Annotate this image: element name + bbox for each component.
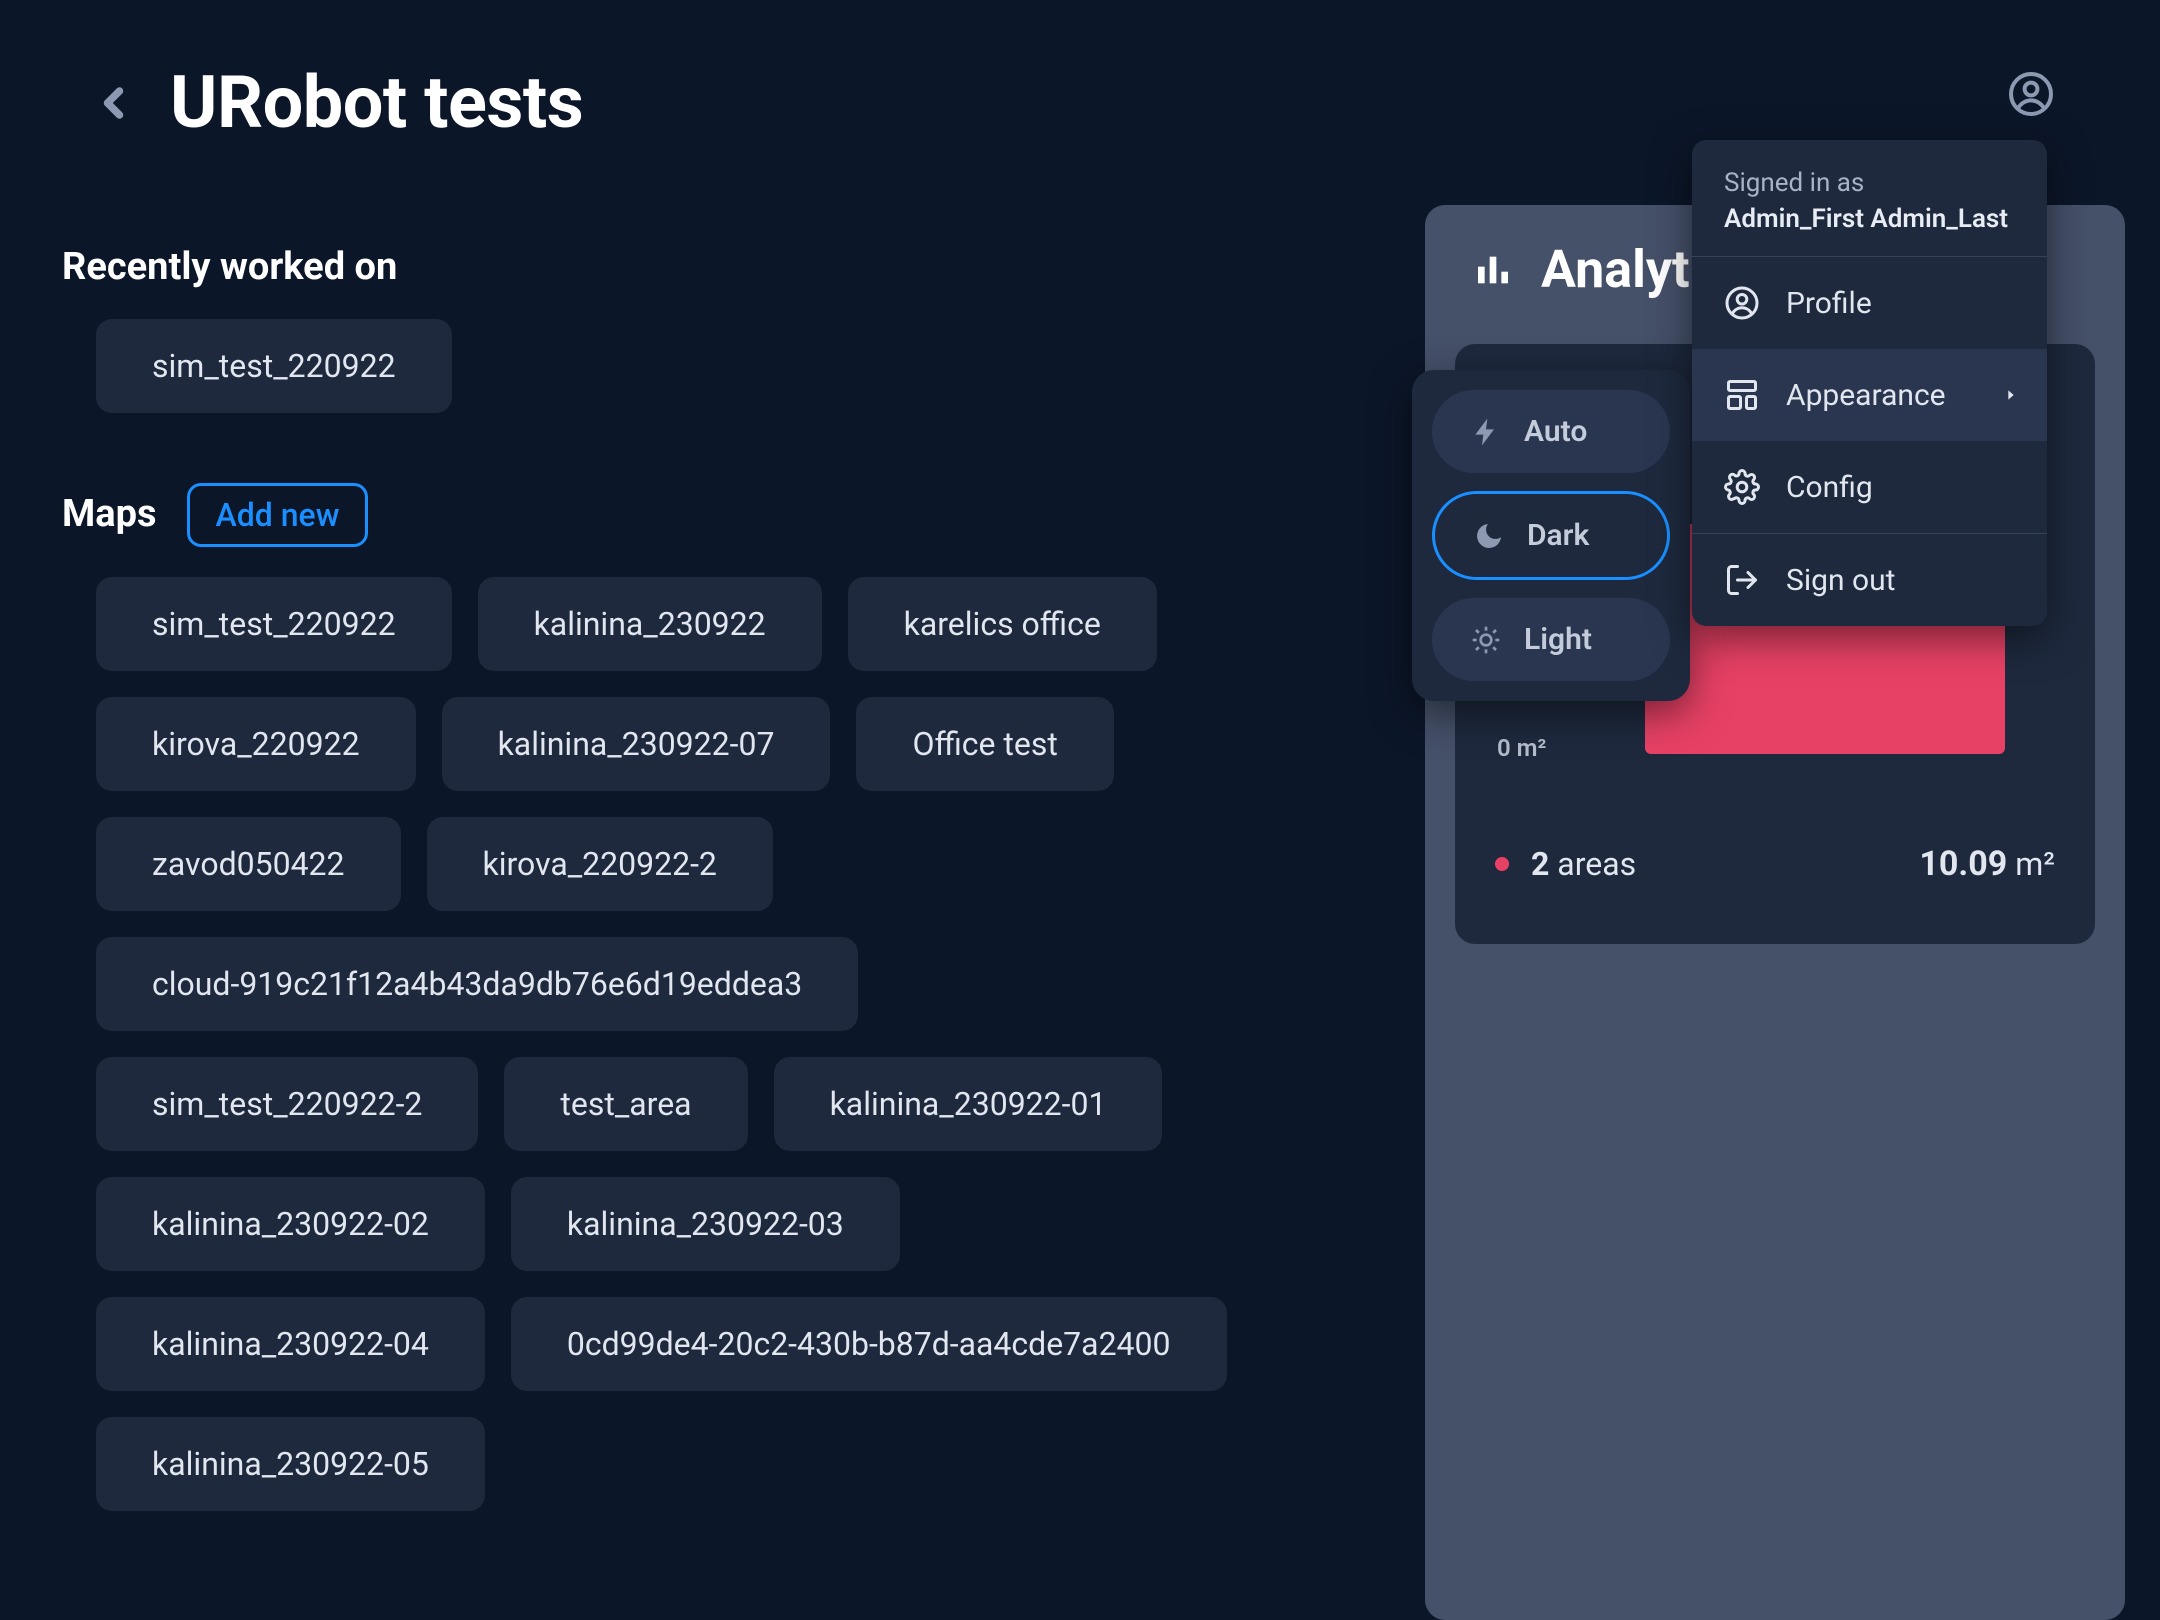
appearance-option-auto[interactable]: Auto [1432,390,1670,473]
chevron-left-icon [97,85,133,121]
map-chip[interactable]: kalinina_230922-04 [96,1297,485,1391]
appearance-option-label: Light [1524,622,1592,657]
map-chip[interactable]: kalinina_230922-07 [442,697,831,791]
map-chip[interactable]: karelics office [848,577,1157,671]
signed-in-block: Signed in as Admin_First Admin_Last [1692,140,2047,257]
maps-heading: Maps [62,492,157,536]
map-chip[interactable]: kalinina_230922-02 [96,1177,485,1271]
map-chip[interactable]: test_area [504,1057,747,1151]
legend-dot-icon [1495,857,1509,871]
map-chip[interactable]: 0cd99de4-20c2-430b-b87d-aa4cde7a2400 [511,1297,1227,1391]
bolt-icon [1470,416,1502,448]
appearance-option-dark[interactable]: Dark [1432,491,1670,580]
menu-item-signout[interactable]: Sign out [1692,534,2047,626]
appearance-submenu: Auto Dark Light [1412,370,1690,701]
appearance-option-label: Auto [1524,414,1587,449]
menu-item-profile[interactable]: Profile [1692,257,2047,349]
moon-icon [1473,520,1505,552]
menu-item-label: Config [1786,470,1873,505]
map-chip[interactable]: sim_test_220922 [96,577,452,671]
chevron-right-icon [2003,387,2019,403]
user-menu: Signed in as Admin_First Admin_Last Prof… [1692,140,2047,626]
menu-item-appearance[interactable]: Appearance [1692,349,2047,441]
map-chip[interactable]: kalinina_230922-01 [774,1057,1163,1151]
signed-in-name: Admin_First Admin_Last [1724,204,2015,234]
add-new-button[interactable]: Add new [187,483,369,547]
menu-item-config[interactable]: Config [1692,441,2047,533]
menu-item-label: Appearance [1786,378,1946,413]
map-chip[interactable]: kirova_220922-2 [427,817,773,911]
account-button[interactable] [2007,70,2055,118]
map-chip[interactable]: kalinina_230922-03 [511,1177,900,1271]
map-chip[interactable]: kirova_220922 [96,697,416,791]
menu-item-label: Sign out [1786,563,1895,598]
appearance-option-label: Dark [1527,518,1589,553]
recently-heading: Recently worked on [62,245,1262,289]
bar-chart-icon [1473,250,1513,290]
legend-item: 2 areas [1495,845,1636,883]
map-chip[interactable]: kalinina_230922 [478,577,822,671]
chart-y-tick: 0 m² [1497,734,1546,762]
signout-icon [1724,562,1760,598]
recent-map-chip[interactable]: sim_test_220922 [96,319,452,413]
map-chip[interactable]: kalinina_230922-05 [96,1417,485,1511]
map-chip[interactable]: cloud-919c21f12a4b43da9db76e6d19eddea3 [96,937,858,1031]
map-chip[interactable]: sim_test_220922-2 [96,1057,478,1151]
signed-in-label: Signed in as [1724,168,2015,198]
menu-item-label: Profile [1786,286,1872,321]
gear-icon [1724,469,1760,505]
account-circle-icon [2007,70,2055,118]
areas-total: 10.09 m² [1919,844,2055,884]
map-chip[interactable]: Office test [856,697,1113,791]
layout-icon [1724,377,1760,413]
page-title: URobot tests [170,60,583,145]
sun-icon [1470,624,1502,656]
map-chip[interactable]: zavod050422 [96,817,401,911]
appearance-option-light[interactable]: Light [1432,598,1670,681]
back-button[interactable] [90,78,140,128]
account-circle-icon [1724,285,1760,321]
